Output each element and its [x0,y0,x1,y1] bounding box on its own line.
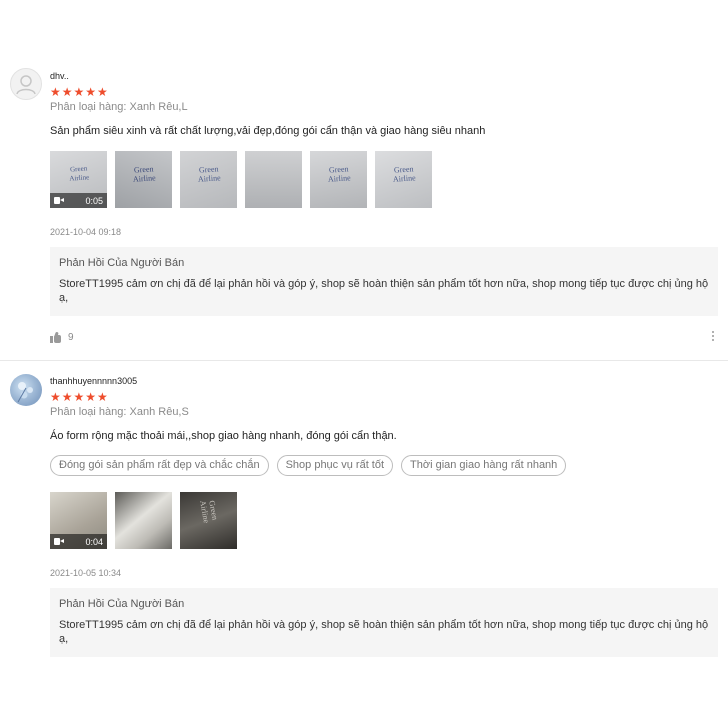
media-gallery: 0:04 Green Airline [50,492,237,549]
like-button[interactable]: 9 [50,331,74,343]
rating-stars: ★★★★★ [50,85,109,99]
shirt-print-graphic: Green Airline [198,499,220,524]
review-image-thumbnail[interactable]: Green Airline [180,492,237,549]
seller-reply-title: Phản Hồi Của Người Bán [59,598,185,610]
variant-label: Phân loại hàng: Xanh Rêu,L [50,101,188,113]
video-duration: 0:04 [85,536,103,547]
media-gallery: Green Airline 0:05 Green Airline Green A… [50,151,432,208]
review-image-thumbnail[interactable]: Green Airline [180,151,237,208]
review-image-thumbnail[interactable]: Green Airline [310,151,367,208]
default-user-icon [16,75,36,95]
rating-stars: ★★★★★ [50,390,109,404]
review-timestamp: 2021-10-05 10:34 [50,568,122,578]
review-image-thumbnail[interactable]: Green Airline [115,151,172,208]
like-count: 9 [68,332,74,343]
variant-label: Phân loại hàng: Xanh Rêu,S [50,406,189,418]
video-camera-icon [54,538,64,545]
review-image-thumbnail[interactable] [245,151,302,208]
review-tag: Thời gian giao hàng rất nhanh [401,455,567,476]
video-duration: 0:05 [85,195,103,206]
shirt-print-graphic: Green Airline [132,164,156,184]
review-image-thumbnail[interactable] [115,492,172,549]
avatar-flower-image [17,382,33,403]
review-comment: Áo form rộng mặc thoải mái,,shop giao hà… [50,430,397,442]
review-video-thumbnail[interactable]: Green Airline 0:05 [50,151,107,208]
video-overlay: 0:04 [50,534,107,549]
user-avatar[interactable] [10,374,42,406]
more-options-icon[interactable] [712,331,716,341]
video-overlay: 0:05 [50,193,107,208]
review-username: thanhhuyennnnn3005 [50,376,138,386]
seller-reply-text: StoreTT1995 cảm ơn chị đã để lại phản hồ… [59,278,709,304]
shirt-print-graphic: Green Airline [197,164,221,184]
seller-reply-text: StoreTT1995 cảm ơn chị đã để lại phản hồ… [59,619,709,645]
review-timestamp: 2021-10-04 09:18 [50,227,122,237]
review-video-thumbnail[interactable]: 0:04 [50,492,107,549]
shirt-print-graphic: Green Airline [392,164,416,184]
review-username: dhv.. [50,71,69,81]
review-comment: Sản phẩm siêu xinh và rất chất lượng,vải… [50,125,486,137]
review-tags: Đóng gói sản phẩm rất đẹp và chắc chắn S… [50,455,567,476]
user-avatar[interactable] [10,68,42,100]
shirt-print-graphic: Green Airline [69,164,90,183]
shirt-print-graphic: Green Airline [327,164,351,184]
thumbs-up-icon [50,331,62,343]
video-camera-icon [54,197,64,204]
seller-reply-title: Phản Hồi Của Người Bán [59,257,185,269]
review-tag: Shop phục vụ rất tốt [276,455,394,476]
seller-reply: Phản Hồi Của Người Bán StoreTT1995 cảm ơ… [50,588,718,657]
review-divider [0,360,728,361]
review-image-thumbnail[interactable]: Green Airline [375,151,432,208]
seller-reply: Phản Hồi Của Người Bán StoreTT1995 cảm ơ… [50,247,718,316]
review-tag: Đóng gói sản phẩm rất đẹp và chắc chắn [50,455,269,476]
